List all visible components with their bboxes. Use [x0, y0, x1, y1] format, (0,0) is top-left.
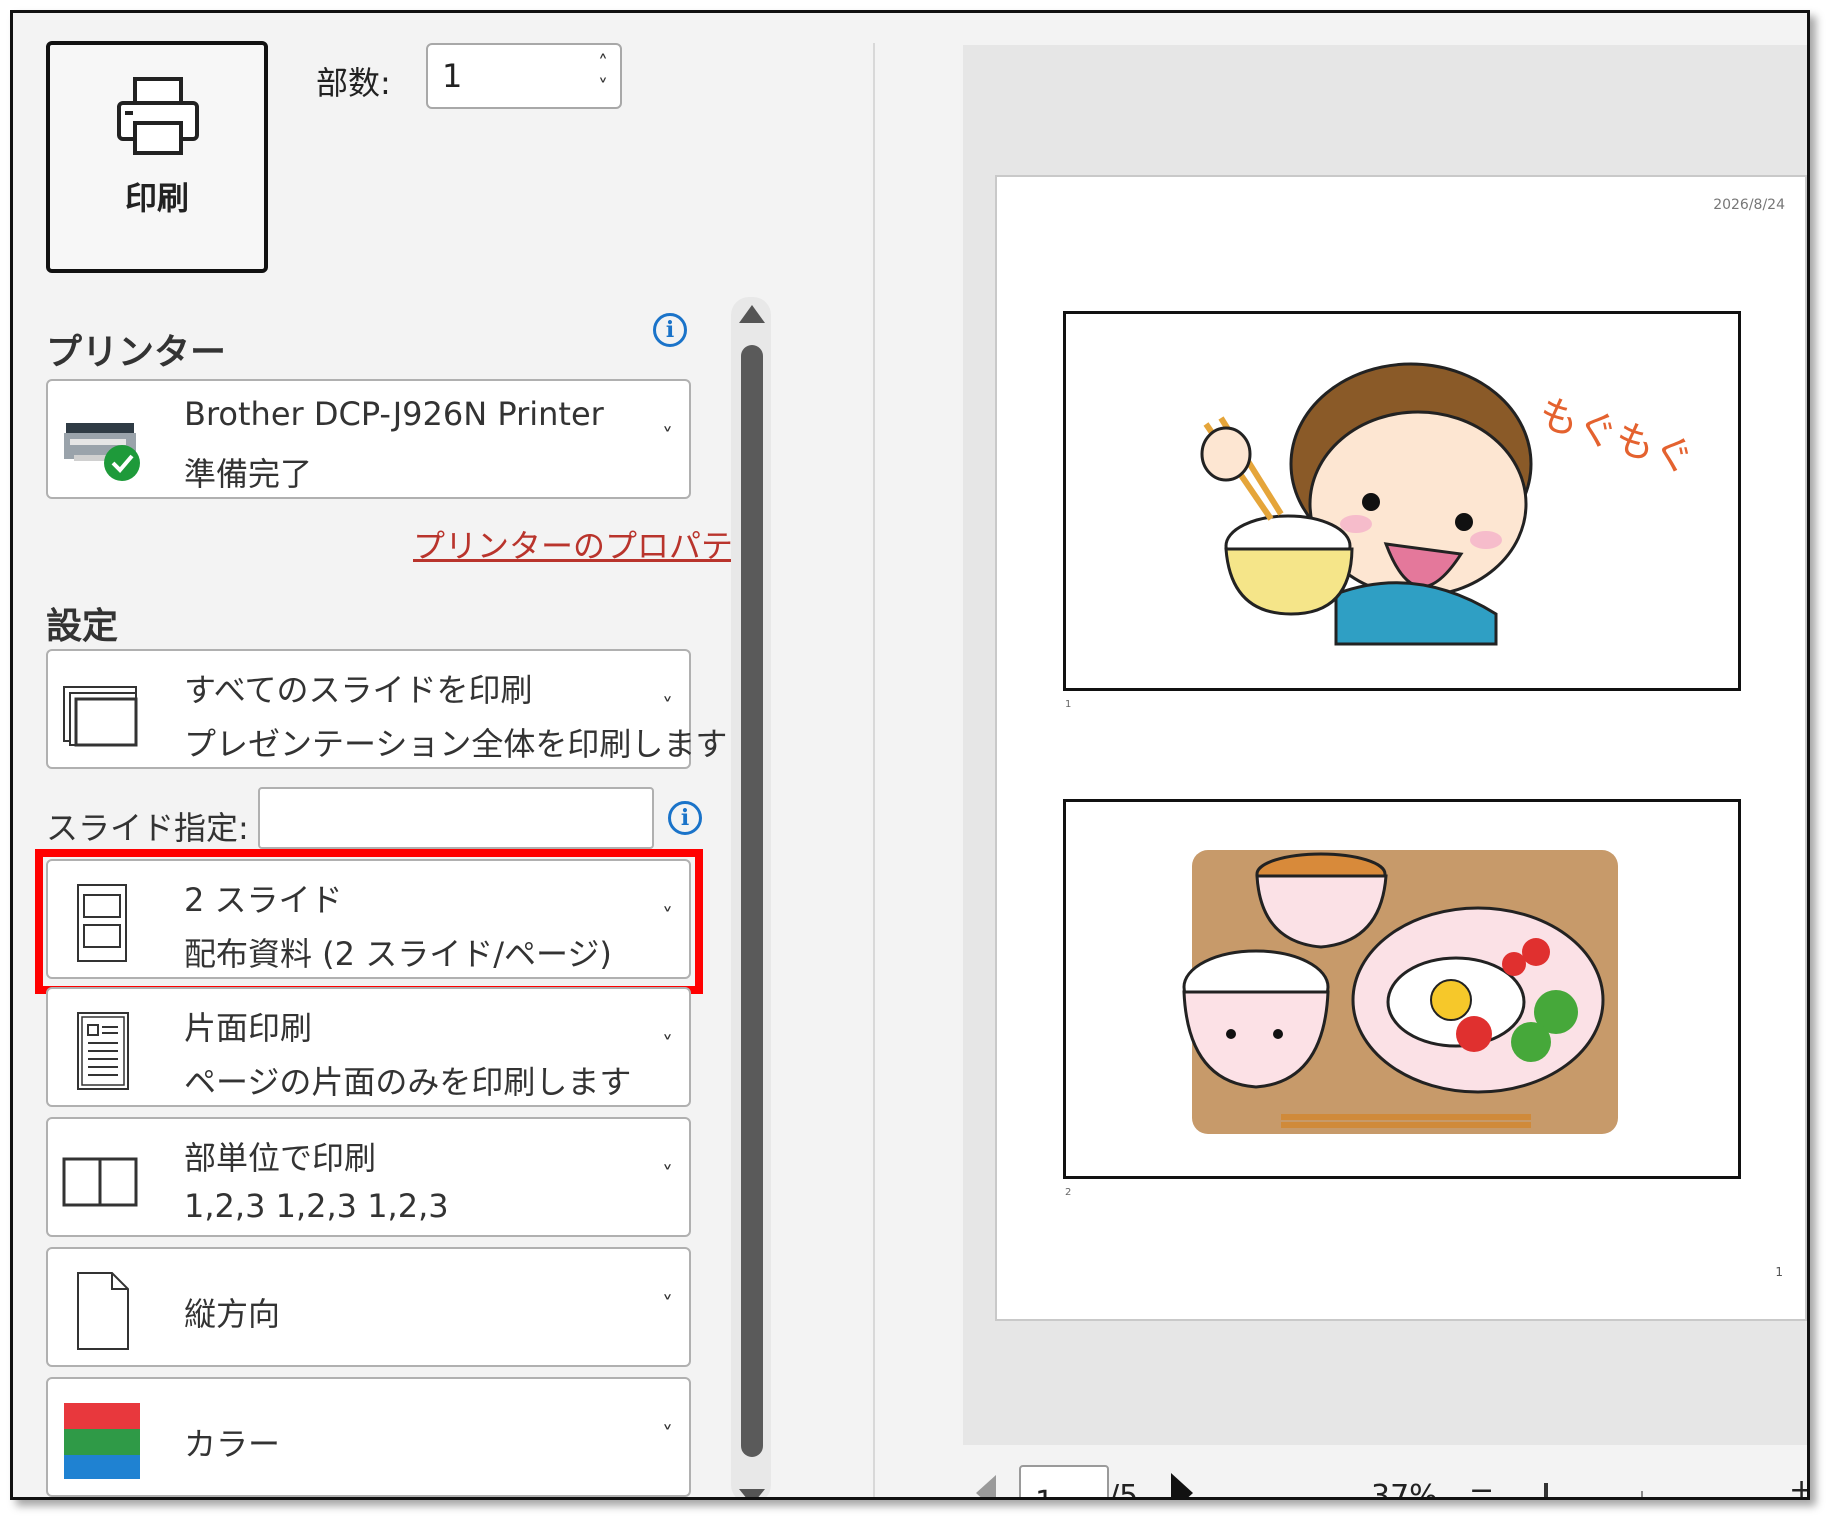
highlight-box — [35, 849, 703, 994]
preview-page: 2026/8/24 もぐもぐ 1 2 1 — [995, 175, 1807, 1321]
scrollbar-thumb[interactable] — [741, 345, 763, 1457]
copies-input[interactable]: 1 ˄ ˅ — [426, 43, 622, 109]
collate-dropdown[interactable]: 部単位で印刷 1,2,3 1,2,3 1,2,3 ˅ — [46, 1117, 691, 1237]
japanese-meal-illustration — [1182, 850, 1618, 1134]
slide-number-2: 2 — [1065, 1187, 1072, 1198]
collate-description: 1,2,3 1,2,3 1,2,3 — [184, 1187, 449, 1225]
panel-divider — [873, 43, 875, 1497]
copies-value: 1 — [442, 57, 463, 95]
printer-dropdown[interactable]: Brother DCP-J926N Printer 準備完了 ˅ — [46, 379, 691, 499]
print-range-title: すべてのスライドを印刷 — [184, 671, 533, 709]
boy-eating-rice-illustration: もぐもぐ — [1200, 362, 1699, 646]
settings-section-title: 設定 — [46, 606, 119, 647]
zoom-in-button[interactable]: + — [1789, 1473, 1807, 1497]
printer-name: Brother DCP-J926N Printer — [184, 395, 604, 433]
printer-info-icon[interactable]: i — [653, 313, 687, 347]
slides-field-label: スライド指定: — [46, 809, 249, 847]
zoom-level: 37% — [1371, 1479, 1438, 1500]
print-button-label: 印刷 — [124, 179, 189, 217]
scroll-down-icon[interactable] — [739, 1489, 765, 1497]
print-range-dropdown[interactable]: すべてのスライドを印刷 プレゼンテーション全体を印刷します ˅ — [46, 649, 727, 769]
printer-section-title: プリンター — [46, 332, 227, 373]
single-sided-page-icon — [77, 1012, 129, 1090]
spin-down-icon[interactable]: ˅ — [598, 75, 608, 99]
sides-description: ページの片面のみを印刷します — [184, 1063, 632, 1101]
next-page-icon[interactable] — [1171, 1473, 1193, 1497]
page-number-footer: 1 — [1775, 1265, 1783, 1279]
slide-thumbnail — [1063, 799, 1741, 1179]
color-swatch-icon — [64, 1403, 140, 1479]
zoom-out-button[interactable]: − — [1469, 1473, 1494, 1497]
total-pages: /5 — [1109, 1479, 1139, 1500]
print-button[interactable]: 印刷 — [46, 41, 268, 273]
page-date: 2026/8/24 — [1713, 197, 1785, 213]
slides-stack-icon — [63, 686, 138, 747]
slides-info-icon[interactable]: i — [668, 801, 702, 835]
copies-label: 部数: — [316, 64, 391, 102]
portrait-page-icon — [77, 1272, 129, 1350]
slides-field-input[interactable] — [258, 787, 654, 849]
zoom-slider-thumb[interactable] — [1543, 1483, 1548, 1497]
slide-thumbnail: もぐもぐ — [1063, 311, 1741, 691]
chevron-down-icon: ˅ — [662, 1423, 673, 1448]
color-label: カラー — [184, 1425, 281, 1463]
scroll-up-icon[interactable] — [739, 305, 765, 323]
collated-pages-icon — [62, 1157, 138, 1207]
previous-page-icon[interactable] — [976, 1475, 996, 1497]
printer-icon — [117, 77, 199, 155]
current-page-input[interactable]: 1 — [1019, 1465, 1109, 1497]
illustration-sound-text: もぐもぐ — [1533, 390, 1699, 483]
printer-status: 準備完了 — [184, 455, 313, 493]
current-page-value: 1 — [1035, 1485, 1054, 1497]
sides-dropdown[interactable]: 片面印刷 ページの片面のみを印刷します ˅ — [46, 987, 691, 1107]
chevron-down-icon: ˅ — [662, 425, 673, 450]
slide-number-1: 1 — [1065, 699, 1072, 710]
collate-title: 部単位で印刷 — [184, 1139, 377, 1177]
sides-title: 片面印刷 — [184, 1009, 313, 1047]
copies-spinner[interactable]: ˄ ˅ — [598, 51, 608, 99]
orientation-label: 縦方向 — [184, 1295, 281, 1333]
orientation-dropdown[interactable]: 縦方向 ˅ — [46, 1247, 691, 1367]
chevron-down-icon: ˅ — [662, 1033, 673, 1058]
chevron-down-icon: ˅ — [662, 695, 673, 720]
zoom-slider[interactable] — [1505, 1497, 1777, 1499]
zoom-slider-midpoint — [1641, 1491, 1643, 1497]
printer-ready-icon — [64, 423, 140, 481]
chevron-down-icon: ˅ — [662, 1163, 673, 1188]
chevron-down-icon: ˅ — [662, 1293, 673, 1318]
print-backstage: 印刷 部数: 1 ˄ ˅ プリンター i Brother DCP-J926N P… — [10, 10, 1810, 1500]
print-range-description: プレゼンテーション全体を印刷します — [184, 725, 728, 763]
spin-up-icon[interactable]: ˄ — [598, 51, 608, 75]
color-dropdown[interactable]: カラー ˅ — [46, 1377, 691, 1497]
printer-properties-link[interactable]: プリンターのプロパティ — [413, 521, 763, 567]
